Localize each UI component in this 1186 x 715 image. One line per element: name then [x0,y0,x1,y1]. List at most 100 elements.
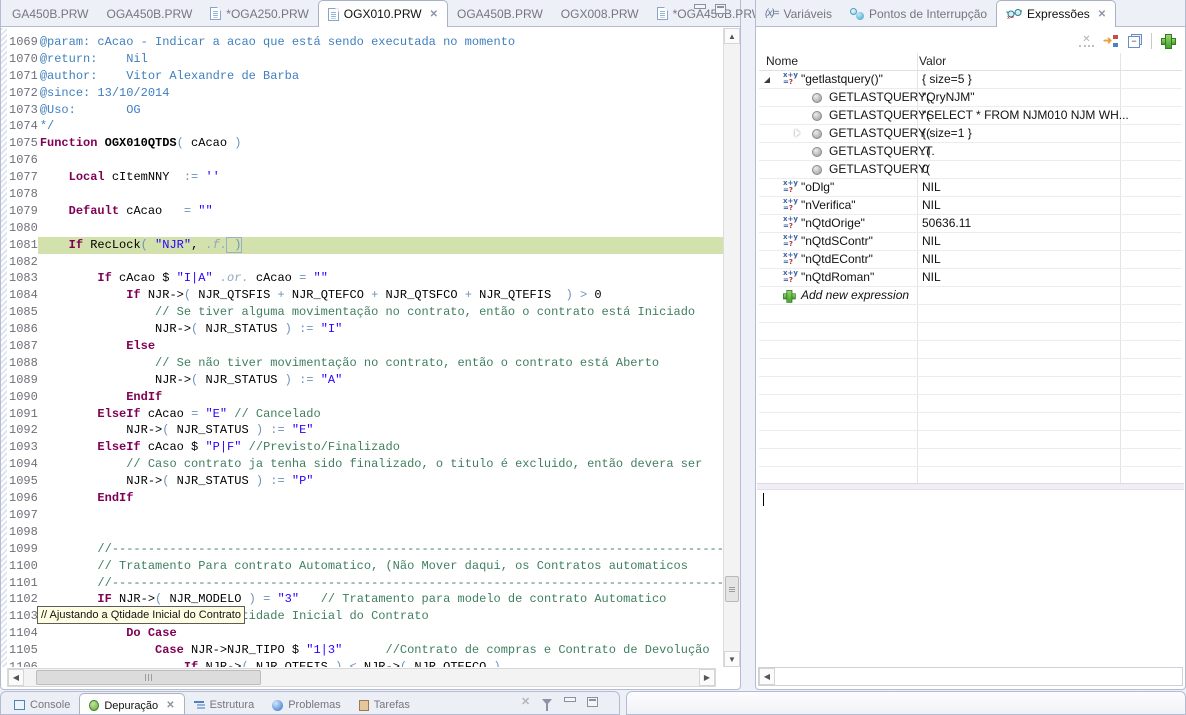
code-line[interactable]: 1093 ElseIf cAcao $ "P|F" //Previsto/Fin… [1,439,723,456]
scroll-right-icon[interactable]: ▶ [699,669,715,686]
code-line[interactable]: 1099 //---------------------------------… [1,541,723,558]
tab-breakpoints[interactable]: Pontos de Interrupção [841,1,996,26]
debug-horizontal-scrollbar[interactable]: ◀ [758,667,1183,686]
detail-pane-sash[interactable] [757,483,1184,490]
tab-variables[interactable]: (x)= Variáveis [756,1,841,26]
bottom-tab-tarefas[interactable]: Tarefas [350,694,419,715]
expression-row[interactable]: x+y=?"oDlg"NIL [759,179,1182,197]
code-line[interactable]: 1083 If cAcao $ "I|A" .or. cAcao = "" [1,270,723,287]
expression-row[interactable]: GETLASTQUERY({ size=1 } [759,125,1182,143]
scroll-down-icon[interactable]: ▼ [724,651,740,667]
expression-row[interactable]: GETLASTQUERY(0 [759,161,1182,179]
code-line[interactable]: 1106 If NJR->( NJR_QTEFIS ) < NJR->( NJR… [1,659,723,667]
expression-row[interactable]: GETLASTQUERY("QryNJM" [759,89,1182,107]
scroll-left-icon[interactable]: ◀ [8,669,24,686]
code-line[interactable]: 1088 // Se não tiver movimentação no con… [1,355,723,372]
add-expression-icon[interactable] [1161,34,1174,47]
editor-tab-oga450bprw[interactable]: OGA450B.PRW [448,1,552,26]
expression-row[interactable]: GETLASTQUERY("SELECT * FROM NJM010 NJM W… [759,107,1182,125]
code-line[interactable]: 1097 [1,507,723,524]
bottom-tab-estrutura[interactable]: Estrutura [185,694,264,715]
expression-row[interactable]: GETLASTQUERY(.T. [759,143,1182,161]
expression-row[interactable]: x+y=?"nQtdEContr"NIL [759,251,1182,269]
column-header-value[interactable]: Valor [919,54,946,68]
expression-detail-pane[interactable] [757,490,1184,665]
editor-tab-ogx010prw[interactable]: OGX010.PRW✕ [318,0,448,27]
code-line[interactable]: 1095 NJR->( NJR_STATUS ) := "P" [1,473,723,490]
expression-value: NIL [919,251,941,268]
code-line[interactable]: 1087 Else [1,338,723,355]
editor-tab-ogx008prw[interactable]: OGX008.PRW [552,1,648,26]
maximize-icon[interactable] [587,697,598,707]
vertical-scroll-thumb[interactable] [725,576,739,602]
add-new-expression-row[interactable]: Add new expression [759,287,1182,305]
code-line[interactable]: 1100 // Tratamento Para contrato Automat… [1,558,723,575]
code-line[interactable]: 1082 [1,254,723,271]
maximize-icon[interactable] [715,4,726,14]
code-line[interactable]: 1076 [1,152,723,169]
code-line[interactable]: 1080 [1,220,723,237]
file-icon [328,8,339,21]
code-line[interactable]: 1074*/ [1,118,723,135]
filter-icon[interactable] [542,699,552,705]
code-editor[interactable]: 1069@param: cAcao - Indicar a acao que e… [1,28,723,667]
tab-expressions[interactable]: x= Expressões ✕ [996,0,1116,27]
close-icon[interactable]: ✕ [430,9,438,20]
expression-row[interactable]: x+y=?"nQtdOrige"50636.11 [759,215,1182,233]
bottom-tab-problemas[interactable]: Problemas [263,694,350,715]
show-logical-structure-icon[interactable]: ➜ [1103,34,1119,48]
close-icon[interactable]: ✕ [1098,9,1106,20]
code-line[interactable]: 1086 NJR->( NJR_STATUS ) := "I" [1,321,723,338]
code-line[interactable]: 1090 EndIf [1,389,723,406]
minimize-icon[interactable] [694,4,705,14]
code-text [38,186,723,203]
code-line[interactable]: 1104 Do Case [1,625,723,642]
scroll-up-icon[interactable]: ▲ [724,28,740,44]
expression-row[interactable]: x+y=?"nVerifica"NIL [759,197,1182,215]
code-line-current[interactable]: 1081 If RecLock( "NJR", .f. ) [1,237,723,254]
expression-row[interactable]: x+y=?"nQtdSContr"NIL [759,233,1182,251]
expander-collapsed-icon[interactable] [795,129,800,137]
code-line[interactable]: 1091 ElseIf cAcao = "E" // Cancelado [1,406,723,423]
code-line[interactable]: 1084 If NJR->( NJR_QTSFIS + NJR_QTEFCO +… [1,287,723,304]
code-line[interactable]: 1075Function OGX010QTDS( cAcao ) [1,135,723,152]
editor-tab-oga250prw[interactable]: *OGA250.PRW [201,1,317,26]
bottom-tab-console[interactable]: Console [5,694,79,715]
collapse-all-icon[interactable] [1128,34,1142,48]
code-line[interactable]: 1073@Uso: OG [1,102,723,119]
code-line[interactable]: 1096 EndIf [1,490,723,507]
code-text: NJR->( NJR_STATUS ) := "A" [38,372,723,389]
column-header-name[interactable]: Nome [766,54,798,68]
editor-horizontal-scrollbar[interactable]: ◀ ▶ [7,668,716,687]
code-line[interactable]: 1098 [1,524,723,541]
code-line[interactable]: 1071@author: Vitor Alexandre de Barba [1,68,723,85]
code-line[interactable]: 1101 //---------------------------------… [1,575,723,592]
close-icon[interactable]: ✕ [166,700,174,711]
code-line[interactable]: 1089 NJR->( NJR_STATUS ) := "A" [1,372,723,389]
code-line[interactable]: 1105 Case NJR->NJR_TIPO $ "1|3" //Contra… [1,642,723,659]
expander-expanded-icon[interactable] [764,77,770,83]
code-line[interactable]: 1069@param: cAcao - Indicar a acao que e… [1,34,723,51]
code-line[interactable]: 1077 Local cItemNNY := '' [1,169,723,186]
minimize-icon[interactable] [564,697,575,707]
code-line[interactable]: 1092 NJR->( NJR_STATUS ) := "E" [1,422,723,439]
editor-vertical-scrollbar[interactable]: ▲ ▼ [723,28,740,667]
scroll-left-icon[interactable]: ◀ [759,668,775,685]
bottom-tab-depuração[interactable]: Depuração✕ [79,693,184,715]
editor-tab-ga450bprw[interactable]: GA450B.PRW [3,1,97,26]
editor-tab-oga450bprw[interactable]: OGA450B.PRW [97,1,201,26]
code-line[interactable]: 1072@since: 13/10/2014 [1,85,723,102]
expression-value: 0 [919,161,929,178]
code-line[interactable]: 1085 // Se tiver alguma movimentação no … [1,304,723,321]
remove-all-icon[interactable]: ✕ [521,695,530,708]
horizontal-scroll-thumb[interactable] [36,670,261,685]
code-line[interactable]: 1079 Default cAcao = "" [1,203,723,220]
code-line[interactable]: 1094 // Caso contrato ja tenha sido fina… [1,456,723,473]
show-type-names-icon[interactable]: ✕ [1079,34,1094,47]
expression-value: NIL [919,233,941,250]
code-line[interactable]: 1070@return: Nil [1,51,723,68]
expression-row[interactable]: x+y=?"getlastquery()"{ size=5 } [759,71,1182,89]
code-line[interactable]: 1078 [1,186,723,203]
expressions-table-header[interactable]: Nome Valor [759,53,1182,71]
expression-row[interactable]: x+y=?"nQtdRoman"NIL [759,269,1182,287]
